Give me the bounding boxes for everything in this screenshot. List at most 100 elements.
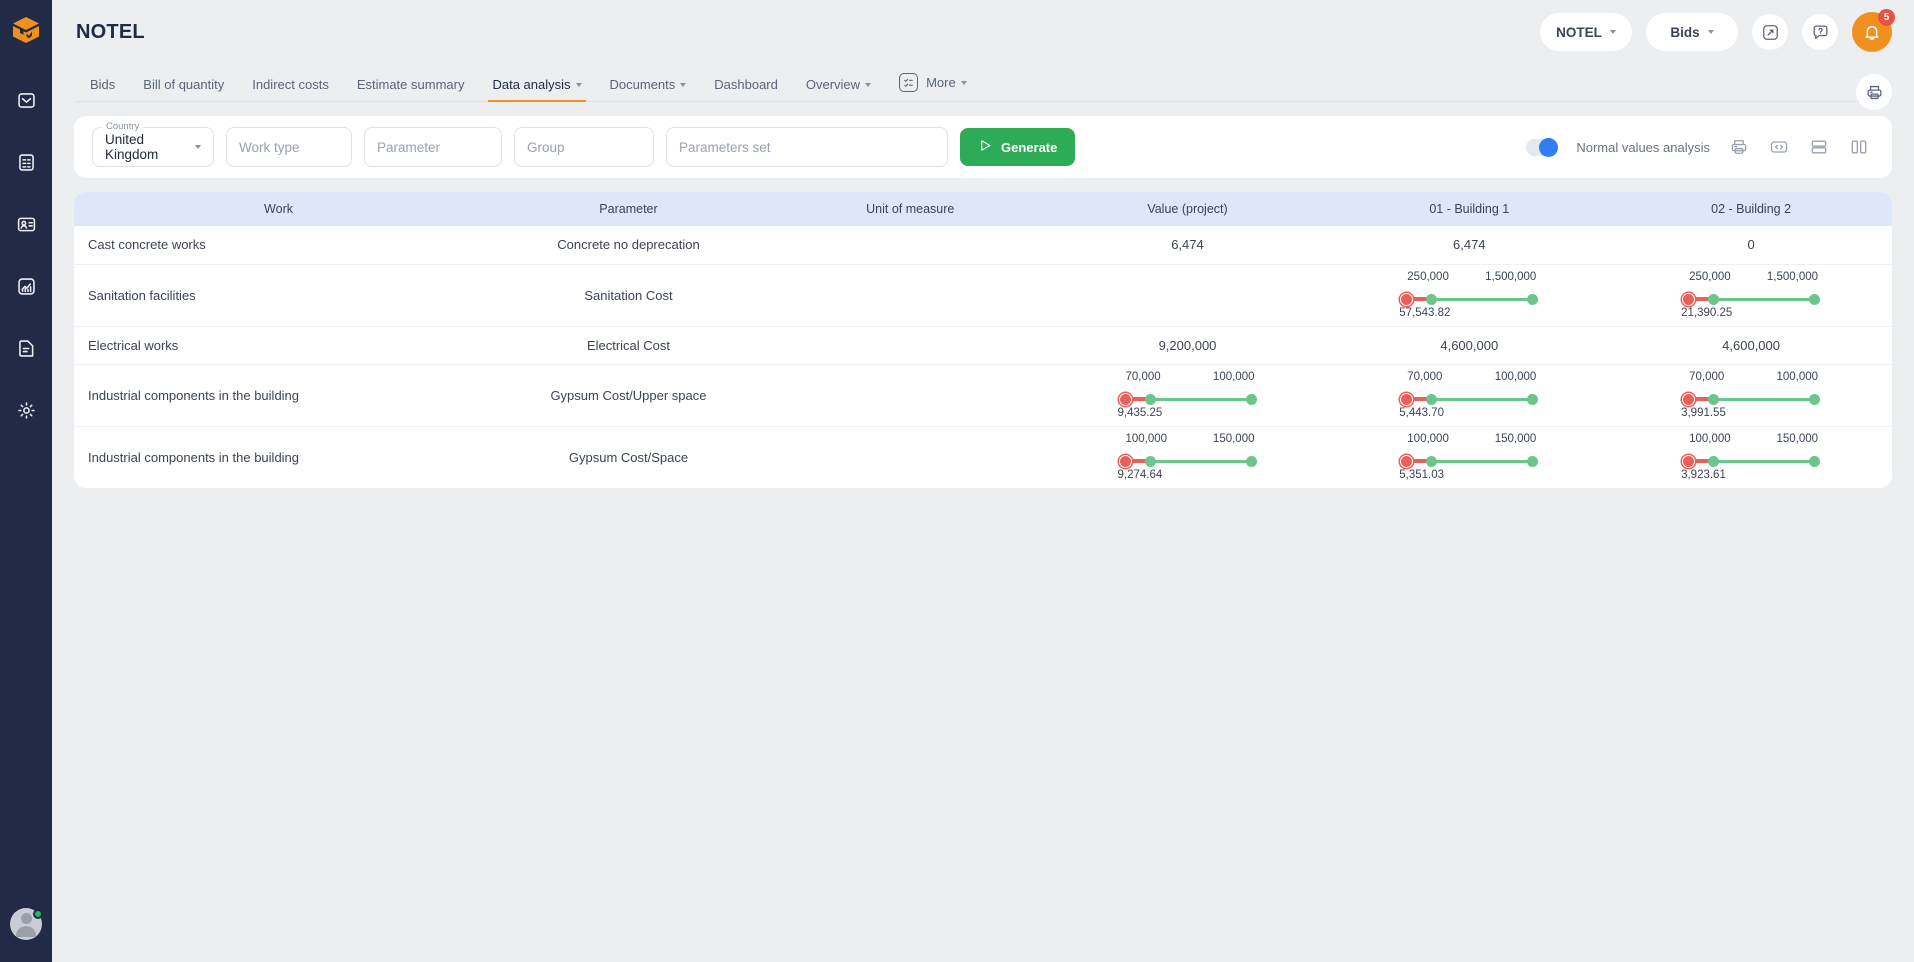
cell-parameter: Gypsum Cost/Space [568, 449, 689, 465]
parameter-input[interactable]: Parameter [364, 127, 502, 167]
slider-current-marker[interactable] [1400, 293, 1414, 306]
range-slider[interactable]: 70,000 100,000 9,435.25 [1118, 371, 1258, 419]
slider-green-range [1713, 397, 1816, 401]
slider-current-value: 3,923.61 [1681, 469, 1726, 482]
slider-handle-max[interactable] [1527, 293, 1539, 305]
tab-label: Bids [90, 77, 116, 92]
print-page-button[interactable] [1856, 74, 1892, 110]
table-row[interactable]: Industrial components in the building Gy… [74, 426, 1892, 488]
cell-unit [774, 226, 1047, 264]
tab-more[interactable]: More [885, 73, 981, 101]
range-slider[interactable]: 70,000 100,000 3,991.55 [1681, 371, 1821, 419]
work-type-input[interactable]: Work type [226, 127, 352, 167]
chevron-down-icon [195, 145, 201, 149]
slider-green-range [1431, 397, 1534, 401]
slider-green-range [1149, 397, 1252, 401]
slider-green-range [1149, 459, 1252, 464]
chevron-down-icon [960, 80, 967, 85]
slider-handle-max[interactable] [1527, 393, 1539, 405]
slider-handle-max[interactable] [1527, 455, 1539, 467]
slider-min-label: 70,000 [1407, 371, 1443, 383]
country-select[interactable]: Country United Kingdom [92, 121, 214, 167]
sidebar-item-mail[interactable] [13, 87, 39, 113]
table-row[interactable]: Cast concrete works Concrete no deprecat… [74, 226, 1892, 264]
slider-handle-max[interactable] [1245, 393, 1257, 405]
chevron-down-icon [1609, 30, 1616, 34]
range-slider[interactable]: 100,000 150,000 9,274.64 [1118, 433, 1258, 481]
company-select[interactable]: NOTEL [1540, 13, 1632, 51]
column-header-building-2: 02 - Building 2 [1711, 202, 1792, 216]
cell-work: Electrical works [88, 337, 179, 353]
table-row[interactable]: Sanitation facilities Sanitation Cost 25… [74, 264, 1892, 326]
tab-label: Bill of quantity [143, 77, 225, 92]
tab-overview[interactable]: Overview [792, 77, 885, 101]
slider-current-value: 3,991.55 [1681, 407, 1726, 419]
slider-green-range [1431, 297, 1534, 301]
tab-indirect-costs[interactable]: Indirect costs [238, 77, 343, 101]
rows-layout-icon[interactable] [1808, 136, 1830, 158]
range-slider[interactable]: 250,000 1,500,000 21,390.25 [1681, 271, 1821, 319]
slider-max-label: 100,000 [1212, 371, 1255, 383]
slider-current-marker[interactable] [1682, 393, 1696, 406]
slider-handle-max[interactable] [1809, 455, 1821, 467]
slider-handle-max[interactable] [1245, 455, 1257, 467]
normal-values-toggle[interactable] [1526, 137, 1559, 157]
slider-track [1681, 293, 1821, 306]
slider-handle-min[interactable] [1426, 293, 1438, 305]
cell-parameter: Gypsum Cost/Upper space [550, 387, 707, 403]
tab-bids[interactable]: Bids [76, 77, 129, 101]
sidebar-item-documents[interactable] [13, 335, 39, 361]
slider-handle-max[interactable] [1809, 293, 1821, 305]
cell-value-project [1047, 264, 1329, 326]
tab-estimate-summary[interactable]: Estimate summary [343, 77, 479, 101]
slider-handle-min[interactable] [1144, 455, 1156, 467]
columns-layout-icon[interactable] [1848, 136, 1870, 158]
sidebar-item-analytics[interactable] [13, 273, 39, 299]
cell-work: Industrial components in the building [88, 449, 300, 465]
parameters-set-input[interactable]: Parameters set [666, 127, 948, 167]
range-slider[interactable]: 100,000 150,000 5,351.03 [1399, 433, 1539, 481]
help-button[interactable] [1802, 14, 1838, 50]
tab-bill-of-quantity[interactable]: Bill of quantity [129, 77, 238, 101]
slider-current-marker[interactable] [1118, 393, 1132, 406]
company-select-label: NOTEL [1556, 24, 1602, 40]
slider-handle-max[interactable] [1809, 393, 1821, 405]
slider-current-marker[interactable] [1400, 393, 1414, 406]
section-select[interactable]: Bids [1646, 13, 1738, 51]
tab-documents[interactable]: Documents [596, 77, 701, 101]
table-row[interactable]: Electrical works Electrical Cost 9,200,0… [74, 326, 1892, 364]
generate-button[interactable]: Generate [960, 128, 1076, 166]
slider-handle-min[interactable] [1426, 455, 1438, 467]
range-slider[interactable]: 250,000 1,500,000 57,543.82 [1399, 271, 1539, 319]
sidebar-item-settings[interactable] [13, 397, 39, 423]
print-icon[interactable] [1728, 136, 1750, 158]
user-avatar[interactable] [10, 908, 43, 940]
top-bar-actions: NOTEL Bids 5 [1540, 9, 1895, 52]
slider-handle-min[interactable] [1708, 393, 1720, 405]
slider-current-marker[interactable] [1400, 455, 1414, 469]
range-slider[interactable]: 70,000 100,000 5,443.70 [1399, 371, 1539, 419]
tab-dashboard[interactable]: Dashboard [700, 77, 792, 101]
expand-button[interactable] [1752, 14, 1788, 50]
sidebar-item-bill[interactable] [13, 149, 39, 175]
cell-building-1: 4,600,000 [1440, 337, 1499, 353]
group-input[interactable]: Group [514, 127, 654, 167]
tab-data-analysis[interactable]: Data analysis [478, 77, 595, 102]
range-slider[interactable]: 100,000 150,000 3,923.61 [1681, 433, 1821, 481]
generate-label: Generate [1001, 139, 1058, 155]
code-brackets-icon[interactable] [1768, 136, 1790, 158]
slider-track [1399, 293, 1539, 306]
column-header-unit: Unit of measure [866, 202, 955, 216]
sidebar-item-contacts[interactable] [13, 211, 39, 237]
slider-handle-min[interactable] [1426, 393, 1438, 405]
slider-current-marker[interactable] [1118, 455, 1132, 469]
slider-handle-min[interactable] [1708, 455, 1720, 467]
slider-handle-min[interactable] [1144, 393, 1156, 405]
table-row[interactable]: Industrial components in the building Gy… [74, 364, 1892, 426]
notifications-button[interactable]: 5 [1852, 9, 1895, 52]
cube-box-logo[interactable] [9, 13, 43, 47]
slider-handle-min[interactable] [1708, 293, 1720, 305]
slider-current-marker[interactable] [1682, 455, 1696, 469]
chevron-down-icon [575, 82, 582, 87]
slider-current-marker[interactable] [1682, 293, 1696, 306]
